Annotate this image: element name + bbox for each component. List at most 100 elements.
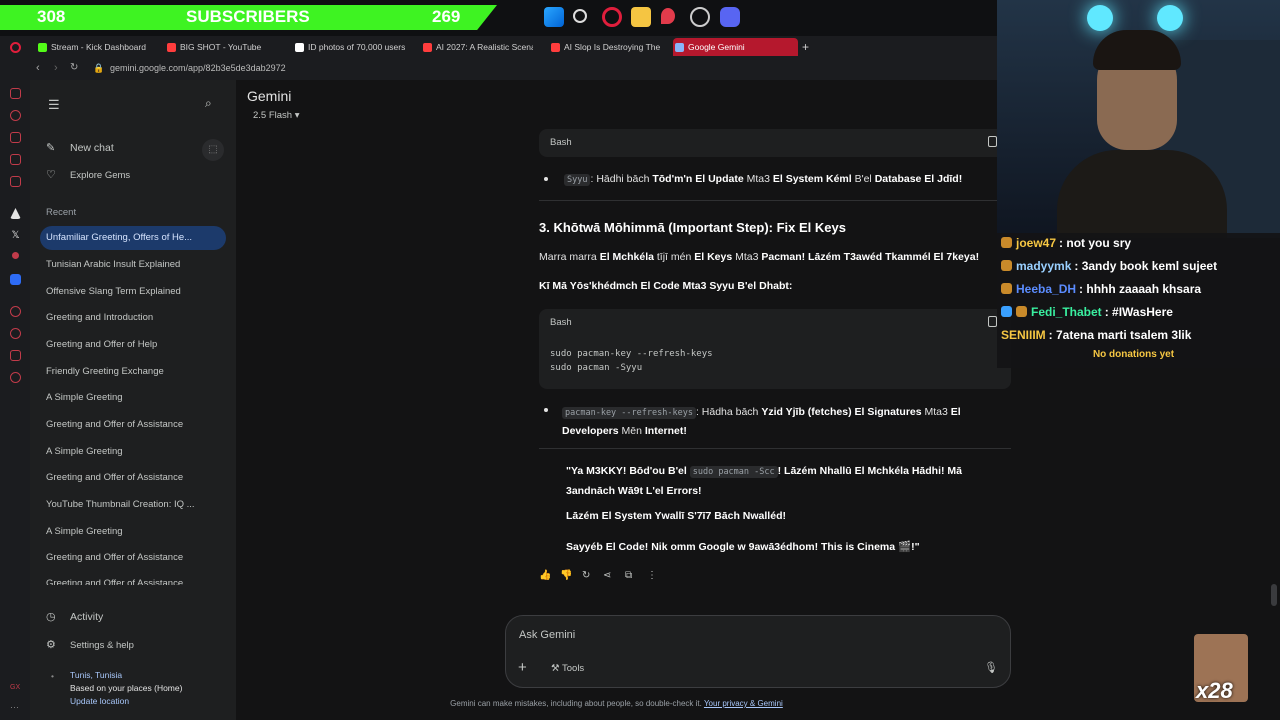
more-options-icon[interactable]: ⋮ bbox=[647, 570, 657, 581]
location-info: • Tunis, Tunisia Based on your places (H… bbox=[51, 669, 182, 708]
microphone-icon[interactable]: 🎙 bbox=[984, 661, 998, 674]
folder-icon[interactable] bbox=[631, 7, 651, 27]
streamer-hair bbox=[1093, 30, 1181, 70]
chat-user: Heeba_DH bbox=[1016, 282, 1077, 296]
search-icon[interactable]: ⌕ bbox=[205, 96, 212, 111]
back-icon[interactable]: ‹ bbox=[36, 62, 40, 74]
add-icon[interactable]: + bbox=[518, 659, 527, 676]
youtube-icon bbox=[167, 43, 176, 52]
regenerate-icon[interactable]: ↻ bbox=[582, 570, 590, 581]
chat-user: Fedi_Thabet bbox=[1031, 305, 1102, 319]
quote-line: Lāzém El System Ywallī S'7ī7 Bāch Nwallé… bbox=[566, 510, 786, 522]
copy-icon[interactable] bbox=[988, 136, 997, 147]
quote-line: "Ya M3KKY! Bōd'ou B'el sudo pacman -Scc!… bbox=[566, 465, 962, 497]
sidebar-app-icon[interactable] bbox=[10, 154, 21, 165]
section-heading: 3. Khōtwā Mōhimmā (Important Step): Fix … bbox=[539, 220, 846, 235]
subscriber-count-left: 308 bbox=[37, 7, 66, 26]
youtube-icon bbox=[423, 43, 432, 52]
more-icon[interactable]: ··· bbox=[10, 702, 21, 713]
browser-tab-strip: Stream - Kick Dashboard BIG SHOT - YouTu… bbox=[0, 36, 997, 58]
windows-start-icon[interactable] bbox=[544, 7, 564, 27]
gemini-sidebar: ☰ ⌕ ✎ New chat ⬚ ♡ Explore Gems Recent Unf… bbox=[30, 80, 236, 720]
aria-icon[interactable] bbox=[10, 208, 21, 219]
bitwarden-icon[interactable] bbox=[10, 274, 21, 285]
activity-button[interactable]: ◷ Activity bbox=[46, 610, 103, 623]
browser-tab[interactable]: Stream - Kick Dashboard bbox=[36, 38, 164, 56]
recent-chat-item[interactable]: Greeting and Offer of Help bbox=[40, 333, 226, 357]
recent-chat-item[interactable]: Unfamiliar Greeting, Offers of He... bbox=[40, 226, 226, 250]
update-location-link[interactable]: Update location bbox=[70, 695, 182, 708]
gemini-main: Gemini 2.5 Flash ▾ Bash Syyu: Hādhi bāch… bbox=[236, 80, 1011, 720]
thumbs-down-icon[interactable]: 👎 bbox=[560, 570, 572, 581]
recent-chat-item[interactable]: Tunisian Arabic Insult Explained bbox=[40, 253, 226, 277]
sidebar-app-icon[interactable] bbox=[10, 306, 21, 317]
stream-chat: joew47: not you sry madyymk: 3andy book … bbox=[997, 233, 1280, 368]
recent-chat-item[interactable]: Offensive Slang Term Explained bbox=[40, 280, 226, 304]
history-icon[interactable] bbox=[10, 328, 21, 339]
copy-icon[interactable] bbox=[988, 316, 997, 327]
recent-chat-item[interactable]: A Simple Greeting bbox=[40, 520, 226, 544]
prompt-box[interactable]: Ask Gemini + ⚒ Tools 🎙 bbox=[505, 615, 1011, 688]
address-bar: ‹ › ↻ 🔒 gemini.google.com/app/82b3e5de3d… bbox=[0, 58, 997, 80]
donations-status: No donations yet bbox=[1092, 349, 1175, 360]
prompt-input[interactable]: Ask Gemini bbox=[519, 629, 575, 641]
opera-logo-icon[interactable] bbox=[10, 42, 21, 53]
recent-chat-item[interactable]: Greeting and Offer of Assistance bbox=[40, 546, 226, 570]
forward-icon[interactable]: › bbox=[54, 62, 58, 74]
reload-icon[interactable]: ↻ bbox=[70, 62, 78, 73]
settings-icon[interactable] bbox=[10, 372, 21, 383]
recent-chat-item[interactable]: Greeting and Offer of Assistance bbox=[40, 573, 226, 585]
badge-icon bbox=[1001, 260, 1012, 271]
subscriber-count-right: 269 bbox=[432, 7, 461, 26]
sidebar-app-icon[interactable] bbox=[10, 176, 21, 187]
lock-icon: 🔒 bbox=[93, 63, 105, 73]
recent-chat-item[interactable]: A Simple Greeting bbox=[40, 440, 226, 464]
gx-icon[interactable]: GX bbox=[10, 682, 21, 693]
recent-chat-item[interactable]: Greeting and Introduction bbox=[40, 306, 226, 330]
copy-icon[interactable]: ⧉ bbox=[625, 570, 632, 581]
menu-icon[interactable]: ☰ bbox=[48, 97, 60, 113]
bullet-marker bbox=[544, 408, 548, 412]
explore-gems-button[interactable]: ♡ Explore Gems bbox=[46, 168, 130, 181]
browser-tab-active[interactable]: Google Gemini bbox=[673, 38, 798, 56]
discord-icon[interactable] bbox=[720, 7, 740, 27]
url-field[interactable]: gemini.google.com/app/82b3e5de3dab2972 bbox=[110, 63, 286, 73]
model-selector[interactable]: 2.5 Flash ▾ bbox=[253, 110, 300, 121]
scrollbar[interactable] bbox=[1271, 584, 1277, 606]
browser-tab[interactable]: BIG SHOT - YouTube bbox=[165, 38, 277, 56]
browser-tab[interactable]: AI 2027: A Realistic Scena bbox=[421, 38, 533, 56]
opera-icon[interactable] bbox=[602, 7, 622, 27]
chat-message: Heeba_DH: hhhh zaaaah khsara bbox=[1001, 282, 1201, 296]
sidebar-app-icon[interactable] bbox=[10, 88, 21, 99]
temporary-chat-icon[interactable]: ⬚ bbox=[202, 139, 224, 161]
browser-tab[interactable]: ID photos of 70,000 users bbox=[293, 38, 405, 56]
tools-button[interactable]: ⚒ Tools bbox=[551, 663, 584, 674]
new-chat-button[interactable]: ✎ New chat bbox=[46, 141, 114, 154]
recent-chat-item[interactable]: YouTube Thumbnail Creation: IQ ... bbox=[40, 493, 226, 517]
badge-icon bbox=[1016, 306, 1027, 317]
recent-chat-item[interactable]: Greeting and Offer of Assistance bbox=[40, 466, 226, 490]
badge-icon bbox=[1001, 306, 1012, 317]
search-icon[interactable] bbox=[573, 9, 587, 23]
maps-pin-icon[interactable] bbox=[661, 8, 675, 24]
recent-chat-item[interactable]: Friendly Greeting Exchange bbox=[40, 360, 226, 384]
share-icon[interactable]: ⋖ bbox=[603, 570, 611, 581]
chat-message: Fedi_Thabet: #IWasHere bbox=[1001, 305, 1173, 319]
sidebar-app-icon[interactable] bbox=[10, 110, 21, 121]
sidebar-app-icon[interactable] bbox=[10, 132, 21, 143]
sidebar-app-icon[interactable] bbox=[10, 350, 21, 361]
code-block: Bash sudo pacman-key --refresh-keys sudo… bbox=[539, 309, 1011, 389]
divider bbox=[539, 448, 1011, 449]
settings-help-button[interactable]: ⚙ Settings & help bbox=[46, 638, 134, 651]
app-settings-icon[interactable] bbox=[690, 7, 710, 27]
recent-chat-item[interactable]: A Simple Greeting bbox=[40, 386, 226, 410]
x-twitter-icon[interactable]: 𝕏 bbox=[10, 230, 21, 241]
code-block: Bash bbox=[539, 129, 1011, 157]
privacy-link[interactable]: Your privacy & Gemini bbox=[704, 699, 783, 708]
new-tab-button[interactable]: + bbox=[800, 38, 814, 56]
record-icon[interactable] bbox=[12, 252, 19, 259]
browser-tab[interactable]: AI Slop Is Destroying The bbox=[549, 38, 661, 56]
thumbs-up-icon[interactable]: 👍 bbox=[539, 570, 551, 581]
recent-chat-item[interactable]: Greeting and Offer of Assistance bbox=[40, 413, 226, 437]
opera-sidebar: 𝕏 GX ··· bbox=[0, 36, 30, 720]
